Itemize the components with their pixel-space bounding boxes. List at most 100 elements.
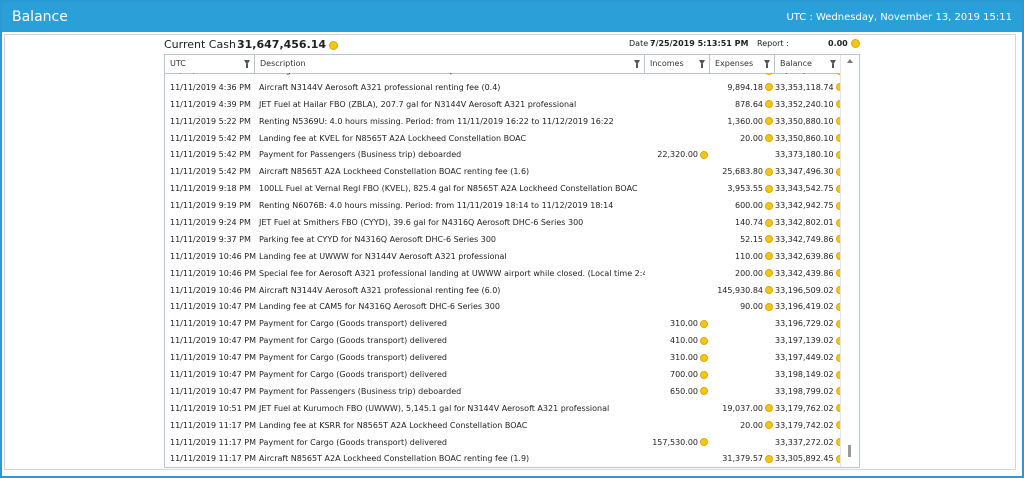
column-header-utc[interactable]: UTC: [165, 55, 255, 73]
cell-expenses: 20.00: [710, 131, 775, 148]
cell-expenses: 3,953.55: [710, 181, 775, 198]
table-row[interactable]: 11/11/2019 11:17 PM Landing fee at KSRR f…: [165, 418, 841, 435]
table-row[interactable]: 11/11/2019 4:36 PM Aircraft N3144V Aeroso…: [165, 80, 841, 97]
table-row[interactable]: 11/11/2019 4:39 PM JET Fuel at Hailar FBO…: [165, 97, 841, 114]
cell-balance: 33,196,729.02: [775, 316, 841, 333]
column-header-incomes[interactable]: Incomes: [645, 55, 710, 73]
filter-icon[interactable]: [764, 60, 770, 68]
table-row[interactable]: 11/11/2019 10:47 PM Payment for Cargo (Go…: [165, 367, 841, 384]
cell-balance: 33,347,496.30: [775, 164, 841, 181]
table-row[interactable]: 11/11/2019 9:37 PM Parking fee at CYYD fo…: [165, 232, 841, 249]
cell-utc: 11/11/2019 5:42 PM: [170, 167, 251, 177]
cell-utc: 11/11/2019 10:46 PM: [170, 268, 256, 278]
cell-incomes: [645, 198, 710, 215]
table-row[interactable]: 11/11/2019 9:18 PM 100LL Fuel at Vernal R…: [165, 181, 841, 198]
filter-icon[interactable]: [830, 60, 836, 68]
cell-incomes: [645, 451, 710, 467]
cell-balance: 33,196,509.02: [775, 283, 841, 300]
table-row[interactable]: 11/11/2019 10:47 PM Payment for Passenger…: [165, 384, 841, 401]
coin-icon: [700, 319, 708, 328]
table-row[interactable]: 11/11/2019 11:17 PM Aircraft N8565T A2A L…: [165, 451, 841, 467]
cell-expenses: [710, 147, 775, 164]
cell-incomes: [645, 131, 710, 148]
cell-balance: 33,198,799.02: [775, 384, 841, 401]
cell-utc: 11/11/2019 10:46 PM: [170, 251, 256, 261]
table-row[interactable]: 11/11/2019 9:19 PM Renting N6076B: 4.0 ho…: [165, 198, 841, 215]
cell-balance: 33,352,240.10: [775, 97, 841, 114]
table-row[interactable]: 11/11/2019 5:22 PM Renting N5369U: 4.0 ho…: [165, 114, 841, 131]
column-header-description[interactable]: Description: [255, 55, 645, 73]
cell-utc: 11/11/2019 11:17 PM: [170, 437, 256, 447]
scrollbar-thumb[interactable]: [848, 445, 851, 457]
table-row[interactable]: 11/11/2019 4:36 PMLanding fee at ZBLA fo…: [165, 73, 841, 80]
table-row[interactable]: 11/11/2019 10:47 PM Payment for Cargo (Go…: [165, 316, 841, 333]
cell-expenses: [710, 333, 775, 350]
cell-incomes: 22,320.00: [645, 147, 710, 164]
cell-description: Payment for Passengers (Business trip) d…: [259, 386, 462, 396]
cell-incomes: [645, 418, 710, 435]
cell-utc: 11/11/2019 9:18 PM: [170, 184, 251, 194]
table-row[interactable]: 11/11/2019 10:46 PM Landing fee at UWWW f…: [165, 249, 841, 266]
table-row[interactable]: 11/11/2019 10:47 PM Payment for Cargo (Go…: [165, 333, 841, 350]
coin-icon: [765, 286, 773, 295]
cell-incomes: 157,530.00: [645, 435, 710, 452]
cell-description: Landing fee at KVEL for N8565T A2A Lockh…: [259, 133, 527, 143]
table-row[interactable]: 11/11/2019 5:42 PM Landing fee at KVEL fo…: [165, 131, 841, 148]
cell-incomes: 410.00: [645, 333, 710, 350]
cell-incomes: [645, 249, 710, 266]
current-cash-label: Current Cash :: [164, 38, 244, 51]
table-row[interactable]: 11/11/2019 9:24 PM JET Fuel at Smithers F…: [165, 215, 841, 232]
cell-expenses: [710, 435, 775, 452]
column-header-balance[interactable]: Balance: [775, 55, 841, 73]
cell-description: Parking fee at CYYD for N4316Q Aerosoft …: [259, 234, 497, 244]
cell-balance: 33,197,449.02: [775, 350, 841, 367]
cell-expenses: 600.00: [710, 198, 775, 215]
table-row[interactable]: 11/11/2019 10:51 PM JET Fuel at Kurumoch …: [165, 401, 841, 418]
cell-balance: 33,197,139.02: [775, 333, 841, 350]
coin-icon: [765, 184, 773, 193]
table-row[interactable]: 11/11/2019 10:47 PM Landing fee at CAM5 f…: [165, 299, 841, 316]
coin-icon: [850, 39, 860, 48]
cell-description: Renting N5369U: 4.0 hours missing. Perio…: [259, 116, 614, 126]
cell-incomes: [645, 299, 710, 316]
cell-utc: 11/11/2019 4:36 PM: [165, 73, 255, 80]
coin-icon: [700, 387, 708, 396]
coin-icon: [700, 150, 708, 159]
cell-expenses: 52.15: [710, 232, 775, 249]
cell-description: Aircraft N3144V Aerosoft A321 profession…: [259, 285, 501, 295]
cell-balance: 33,342,439.86: [775, 266, 841, 283]
coin-icon: [765, 100, 773, 109]
cell-expenses: [710, 350, 775, 367]
grid-header: UTC Description Incomes Expenses Balance: [165, 55, 841, 74]
cell-utc: 11/11/2019 10:46 PM: [170, 285, 256, 295]
cell-description: Aircraft N8565T A2A Lockheed Constellati…: [259, 167, 530, 177]
table-row[interactable]: 11/11/2019 5:42 PM Payment for Passengers…: [165, 147, 841, 164]
cell-expenses: 90.00: [710, 299, 775, 316]
cell-incomes: [645, 283, 710, 300]
filter-icon[interactable]: [699, 60, 705, 68]
table-row[interactable]: 11/11/2019 10:46 PM Aircraft N3144V Aeros…: [165, 283, 841, 300]
grid-body[interactable]: 11/11/2019 4:36 PMLanding fee at ZBLA fo…: [165, 73, 841, 467]
cell-balance: 33,353,118.74: [775, 80, 841, 97]
coin-icon: [765, 83, 773, 92]
table-row[interactable]: 11/11/2019 10:46 PM Special fee for Aeros…: [165, 266, 841, 283]
cell-expenses: 140.74: [710, 215, 775, 232]
cell-balance: 33,337,272.02: [775, 435, 841, 452]
table-row[interactable]: 11/11/2019 11:17 PM Payment for Cargo (Go…: [165, 435, 841, 452]
cell-incomes: 650.00: [645, 384, 710, 401]
cell-balance: 33,350,880.10: [775, 114, 841, 131]
table-row[interactable]: 11/11/2019 10:47 PM Payment for Cargo (Go…: [165, 350, 841, 367]
scroll-up-icon[interactable]: [847, 59, 853, 63]
vertical-scrollbar[interactable]: [840, 55, 859, 467]
cell-balance: 33,196,419.02: [775, 299, 841, 316]
cell-balance: 33,305,892.45: [775, 451, 841, 467]
table-row[interactable]: 11/11/2019 5:42 PM Aircraft N8565T A2A Lo…: [165, 164, 841, 181]
coin-icon: [765, 454, 773, 463]
filter-icon[interactable]: [244, 60, 250, 68]
coin-icon: [765, 201, 773, 210]
filter-icon[interactable]: [634, 60, 640, 68]
cell-expenses: 31,379.57: [710, 451, 775, 467]
cell-balance: 33,342,639.86: [775, 249, 841, 266]
column-header-expenses[interactable]: Expenses: [710, 55, 775, 73]
cell-utc: 11/11/2019 10:47 PM: [170, 353, 256, 363]
